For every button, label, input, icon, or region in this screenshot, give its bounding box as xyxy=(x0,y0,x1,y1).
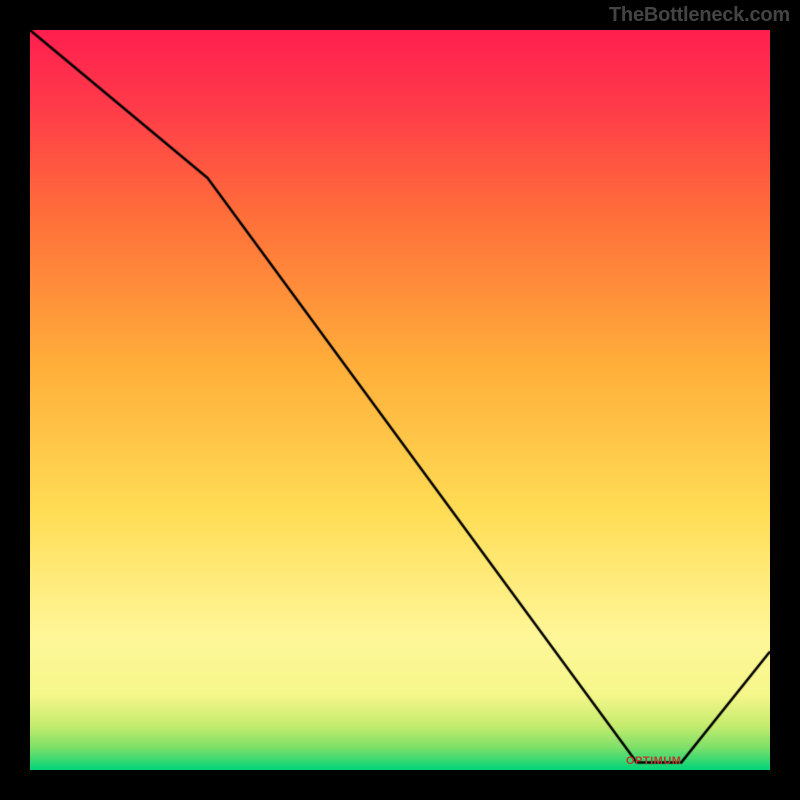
attribution-text: TheBottleneck.com xyxy=(609,4,790,27)
plot-area: OPTIMUM xyxy=(30,30,770,770)
optimum-label: OPTIMUM xyxy=(626,755,681,767)
chart-frame: TheBottleneck.com OPTIMUM xyxy=(0,0,800,800)
bottleneck-curve xyxy=(30,30,770,770)
